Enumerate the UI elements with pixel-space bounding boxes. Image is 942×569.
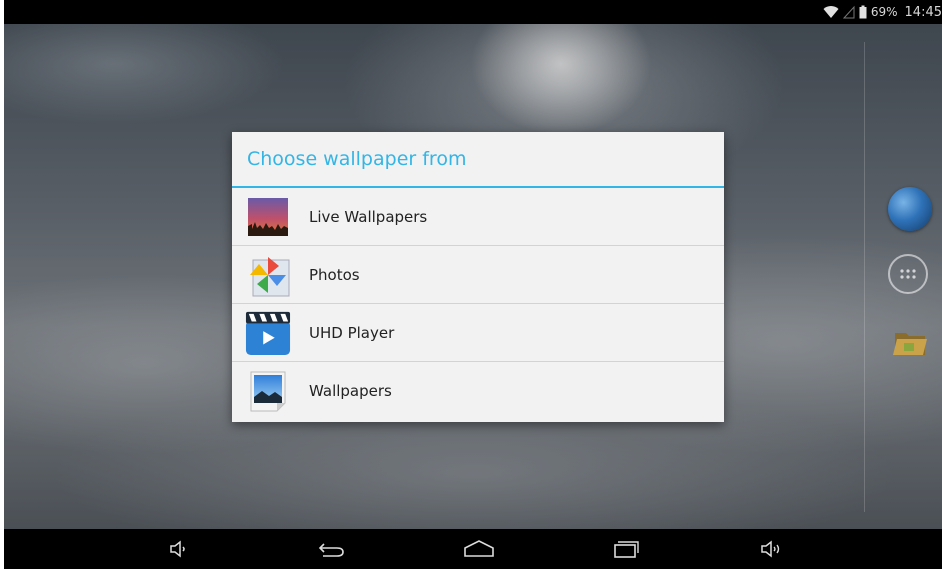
option-label: UHD Player — [309, 323, 395, 342]
home-icon — [464, 540, 494, 557]
recent-apps-icon — [614, 541, 639, 558]
option-label: Live Wallpapers — [309, 207, 428, 226]
option-label: Photos — [309, 265, 360, 284]
option-live-wallpapers[interactable]: Live Wallpapers — [232, 188, 724, 246]
back-icon — [318, 543, 344, 557]
back-button[interactable] — [311, 537, 351, 561]
uhd-player-icon — [245, 310, 291, 356]
navigation-bar — [4, 529, 942, 569]
dialog-title: Choose wallpaper from — [232, 132, 724, 188]
status-icons: 69% 14:45 — [823, 0, 942, 24]
signal-icon — [842, 5, 855, 19]
option-label: Wallpapers — [309, 382, 392, 400]
option-wallpapers[interactable]: Wallpapers — [232, 362, 724, 420]
volume-up-icon — [761, 540, 780, 558]
live-wallpapers-icon — [245, 194, 291, 240]
folder-icon[interactable] — [892, 327, 928, 357]
wifi-icon — [823, 5, 839, 19]
all-apps-button[interactable] — [888, 254, 928, 294]
photos-pinwheel-icon — [245, 252, 291, 298]
hotseat-divider — [864, 42, 865, 512]
battery-percent: 69% — [870, 5, 898, 19]
wallpapers-icon — [245, 368, 291, 414]
app-grid-icon — [900, 269, 916, 279]
browser-globe-icon[interactable] — [888, 187, 932, 231]
status-bar: 69% 14:45 — [4, 0, 942, 24]
volume-down-button[interactable] — [158, 537, 198, 561]
battery-icon — [859, 5, 867, 19]
option-uhd-player[interactable]: UHD Player — [232, 304, 724, 362]
volume-down-icon — [170, 540, 185, 558]
clock: 14:45 — [904, 4, 942, 20]
volume-up-button[interactable] — [751, 537, 791, 561]
choose-wallpaper-dialog: Choose wallpaper from Live Wallpapers Ph… — [232, 132, 724, 422]
home-button[interactable] — [459, 537, 499, 561]
recent-apps-button[interactable] — [605, 537, 645, 561]
device-screen: 69% 14:45 Choose wallpaper from Live Wal… — [4, 0, 942, 569]
option-photos[interactable]: Photos — [232, 246, 724, 304]
